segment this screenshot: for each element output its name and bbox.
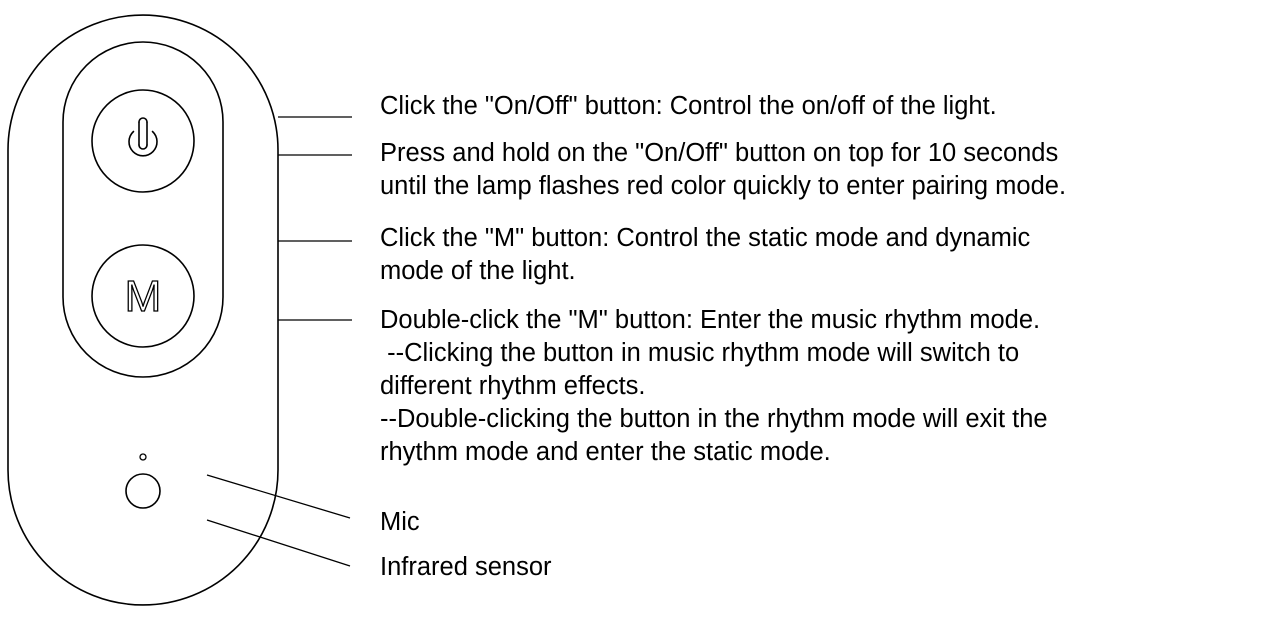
m-button-label: M [125,272,162,321]
callout-mic: Mic [380,508,420,536]
callout-infrared-sensor: Infrared sensor [380,553,552,581]
infrared-sensor [125,473,161,509]
callout-m-click: Click the "M" button: Control the static… [380,224,1031,285]
callout-onoff-hold: Press and hold on the "On/Off" button on… [380,139,1067,200]
m-button[interactable]: M [91,244,195,348]
power-button[interactable] [91,89,195,193]
mic-hole [139,453,147,461]
leader-line-infrared [206,519,351,567]
callout-onoff-click: Click the "On/Off" button: Control the o… [380,92,997,120]
callout-m-double-click: Double-click the "M" button: Enter the m… [380,306,1048,466]
leader-line-mic [206,474,351,519]
